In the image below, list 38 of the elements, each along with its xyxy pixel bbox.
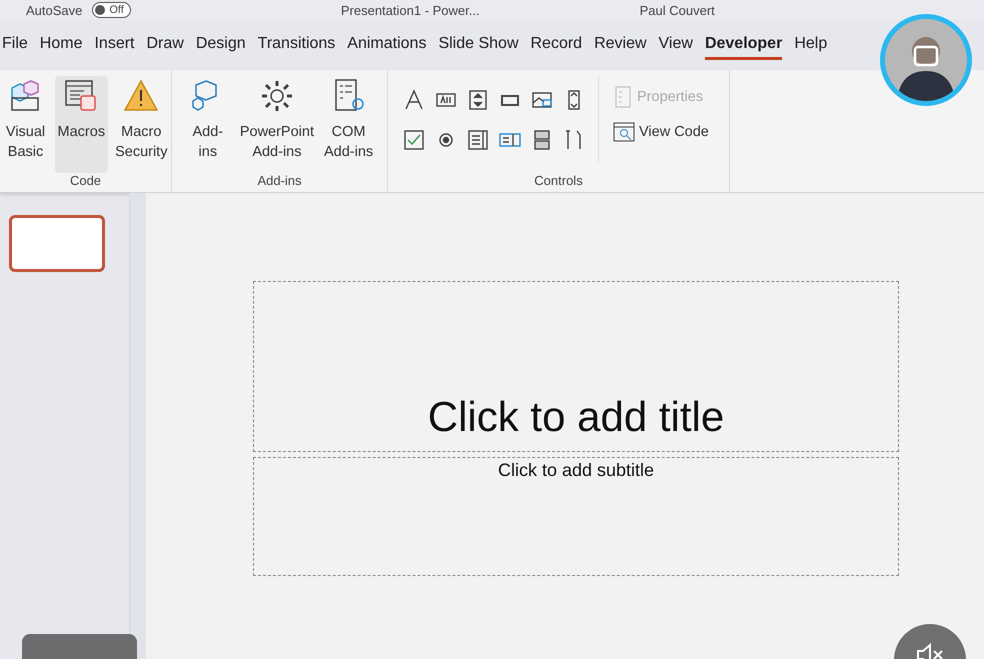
ribbon-tab[interactable]: Record [530,30,582,60]
ribbon-button[interactable]: Macro Security [112,76,170,173]
title-placeholder[interactable]: Click to add title [253,281,899,452]
subtitle-placeholder[interactable]: Click to add subtitle [253,457,899,576]
group-label: Add-ins [257,173,302,190]
warning-icon [123,78,160,114]
ribbon-tab[interactable]: Design [196,30,246,60]
ribbon-tab[interactable]: Animations [347,30,426,60]
subtitle-placeholder-text: Click to add subtitle [498,460,654,481]
checkbox-icon[interactable] [402,128,426,152]
autosave-toggle[interactable]: Off [92,2,131,18]
ribbon-button[interactable]: PowerPoint Add-ins [236,76,317,173]
ribbon-tab[interactable]: Review [594,30,647,60]
ribbon-tab[interactable]: Help [794,30,828,60]
group-label: Controls [534,173,583,190]
title-placeholder-text: Click to add title [428,393,724,441]
document-title: Presentation1 - Power... [340,2,480,18]
group-label: Code [70,173,102,190]
autosave-label: AutoSave [26,2,82,18]
ribbon-button[interactable]: Macros [54,76,108,173]
ribbon-tab[interactable]: File [2,30,28,60]
ribbon-tab[interactable]: Draw [146,30,184,60]
ribbon-button[interactable]: View Code [611,120,711,144]
ribbon-tab[interactable]: View [658,30,693,60]
pane-splitter[interactable] [130,193,146,659]
ribbon-button[interactable]: Visual Basic [0,76,51,173]
ribbon-button[interactable]: Add- ins [182,76,233,173]
ribbon-tab[interactable]: Slide Show [438,30,518,60]
user-name: Paul Couvert [640,2,715,18]
ribbon-tab[interactable]: Transitions [258,30,336,60]
slide-thumbnail[interactable] [9,215,105,272]
properties-icon [613,86,633,108]
ribbon-tab[interactable]: Developer [704,30,782,60]
code-window-icon [613,122,635,142]
ribbon-tab[interactable]: Insert [94,30,134,60]
ribbon-button[interactable]: COM Add-ins [320,76,376,173]
ribbon-tab[interactable]: Home [40,30,82,60]
list-box-icon[interactable] [466,128,490,152]
